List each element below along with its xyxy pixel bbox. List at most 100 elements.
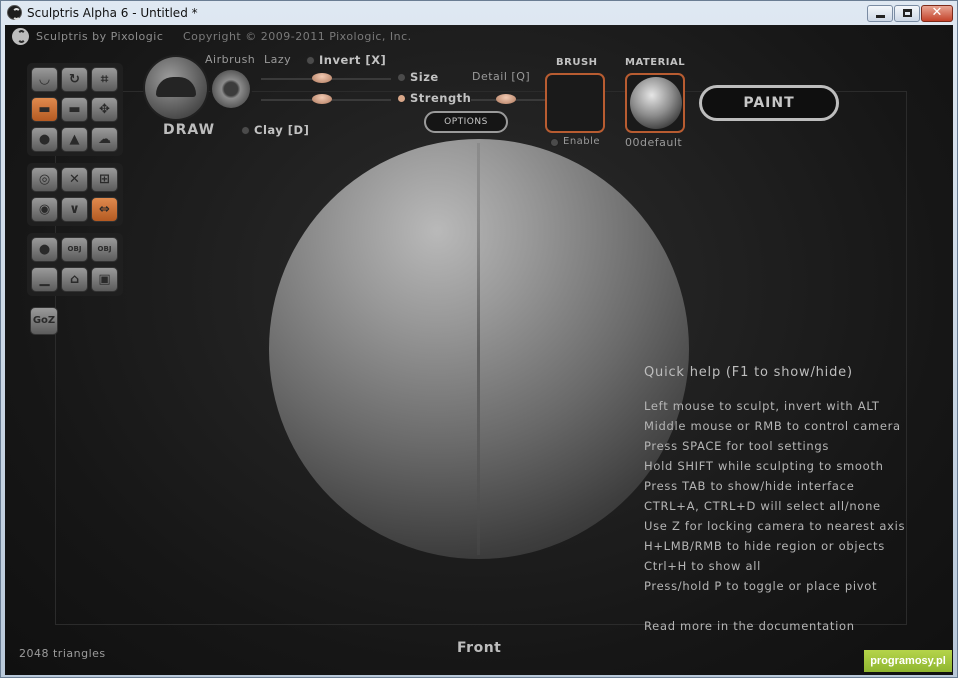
open-icon: ⌂	[69, 272, 80, 287]
strength-label: Strength	[410, 91, 472, 105]
invert-checkbox[interactable]	[307, 57, 314, 64]
quick-help-line: Press TAB to show/hide interface	[644, 479, 855, 493]
app-window: Sculptris Alpha 6 - Untitled * ✕ Sculptr…	[0, 0, 958, 678]
app-header: Sculptris by Pixologic Copyright © 2009-…	[5, 25, 953, 49]
size-checkbox[interactable]	[398, 74, 405, 81]
quick-help-line: Hold SHIFT while sculpting to smooth	[644, 459, 884, 473]
reduce-icon: ◎	[38, 172, 51, 187]
detail-label: Detail [Q]	[472, 70, 531, 83]
quick-help-line: Ctrl+H to show all	[644, 559, 762, 573]
pinch-tool-button[interactable]: ▲	[61, 127, 88, 152]
quick-help-line: Left mouse to sculpt, invert with ALT	[644, 399, 880, 413]
sculptris-app-icon	[7, 5, 22, 20]
quick-help-line: CTRL+A, CTRL+D will select all/none	[644, 499, 881, 513]
documentation-link[interactable]: Read more in the documentation	[644, 619, 944, 633]
brush-alpha-slot[interactable]	[545, 73, 605, 133]
title-bar[interactable]: Sculptris Alpha 6 - Untitled * ✕	[1, 1, 957, 25]
flatten-icon: ▬	[68, 102, 81, 117]
airbrush-label[interactable]: Airbrush	[205, 53, 255, 66]
mask-tool-button[interactable]: ◉	[31, 197, 58, 222]
save-file-button[interactable]: ▣	[91, 267, 118, 292]
close-icon: ✕	[931, 5, 943, 20]
draw-brush-orb[interactable]	[145, 57, 207, 119]
options-button[interactable]: OPTIONS	[424, 111, 508, 133]
draw-label: DRAW	[163, 122, 216, 138]
symmetry-arrows-icon: ⇔	[99, 202, 110, 217]
symmetry-seam	[477, 143, 480, 555]
smooth-tool-button[interactable]: ☁	[91, 127, 118, 152]
reduce-brush-button[interactable]: ◎	[31, 167, 58, 192]
maximize-button[interactable]	[894, 5, 920, 22]
strength-slider-knob[interactable]	[312, 94, 332, 104]
app-name: Sculptris by Pixologic	[36, 30, 164, 43]
scale-tool-button[interactable]: ⌗	[91, 67, 118, 92]
clay-label[interactable]: Clay [D]	[254, 123, 309, 137]
symmetry-toggle-button[interactable]: ⇔	[91, 197, 118, 222]
paint-button[interactable]: PAINT	[699, 85, 839, 121]
mask-icon: ◉	[38, 202, 51, 217]
subdivide-button[interactable]: ∨	[61, 197, 88, 222]
minimize-icon	[876, 15, 885, 18]
brush-title: BRUSH	[556, 57, 598, 68]
camera-view-label: Front	[457, 640, 502, 656]
size-slider-knob[interactable]	[312, 73, 332, 83]
quick-help-line: Press SPACE for tool settings	[644, 439, 830, 453]
move-arrows-icon: ✥	[99, 102, 110, 117]
quick-help-line: Middle mouse or RMB to control camera	[644, 419, 901, 433]
minimize-button[interactable]	[867, 5, 893, 22]
crease-icon: ◡	[39, 72, 50, 87]
quick-help-line: Press/hold P to toggle or place pivot	[644, 579, 878, 593]
strength-checkbox[interactable]	[398, 95, 405, 102]
wireframe-toggle-button[interactable]: ✕	[61, 167, 88, 192]
new-plane-button[interactable]: ▁	[31, 267, 58, 292]
material-name: 00default	[625, 136, 683, 149]
maximize-icon	[903, 9, 912, 17]
crease-tool-button[interactable]: ◡	[31, 67, 58, 92]
draw-tool-button[interactable]: ▬	[31, 97, 58, 122]
import-obj-button[interactable]: OBJ	[61, 237, 88, 262]
grid-toggle-button[interactable]: ⊞	[91, 167, 118, 192]
grid-icon: ⊞	[99, 172, 110, 187]
copyright-text: Copyright © 2009-2011 Pixologic, Inc.	[183, 30, 412, 43]
import-obj-icon: OBJ	[67, 245, 82, 253]
material-preview-sphere	[630, 77, 682, 129]
clay-checkbox[interactable]	[242, 127, 249, 134]
goz-button[interactable]: GoZ	[30, 307, 58, 335]
triangle-count: 2048 triangles	[19, 647, 106, 660]
invert-label[interactable]: Invert [X]	[319, 53, 386, 67]
plane-icon: ▁	[39, 272, 50, 287]
open-file-button[interactable]: ⌂	[61, 267, 88, 292]
sculptris-logo-icon	[12, 28, 29, 45]
window-title: Sculptris Alpha 6 - Untitled *	[27, 6, 198, 20]
subdivide-icon: ∨	[69, 202, 80, 217]
lazy-label[interactable]: Lazy	[264, 53, 291, 66]
brush-enable-label[interactable]: Enable	[563, 136, 600, 147]
grab-tool-button[interactable]: ✥	[91, 97, 118, 122]
wireframe-icon: ✕	[69, 172, 80, 187]
close-button[interactable]: ✕	[921, 5, 953, 22]
smooth-icon: ☁	[98, 132, 111, 147]
pinch-icon: ▲	[69, 132, 80, 147]
brush-enable-checkbox[interactable]	[551, 139, 558, 146]
material-title: MATERIAL	[625, 57, 686, 68]
sculptris-canvas[interactable]: Sculptris by Pixologic Copyright © 2009-…	[5, 25, 953, 675]
inflate-icon: ●	[38, 132, 51, 147]
new-sphere-button[interactable]: ●	[31, 237, 58, 262]
save-icon: ▣	[98, 272, 111, 287]
quick-help-panel: Quick help (F1 to show/hide) Left mouse …	[644, 365, 944, 633]
quick-help-line: Use Z for locking camera to nearest axis	[644, 519, 906, 533]
detail-slider-knob[interactable]	[496, 94, 516, 104]
quick-help-line: H+LMB/RMB to hide region or objects	[644, 539, 885, 553]
airbrush-orb[interactable]	[212, 70, 250, 108]
inflate-tool-button[interactable]: ●	[31, 127, 58, 152]
rotate-icon: ↻	[69, 72, 80, 87]
crop-icon: ⌗	[100, 72, 109, 87]
export-obj-button[interactable]: OBJ	[91, 237, 118, 262]
material-slot[interactable]	[625, 73, 685, 133]
export-obj-icon: OBJ	[97, 245, 112, 253]
sphere-icon: ●	[38, 242, 51, 257]
flatten-tool-button[interactable]: ▬	[61, 97, 88, 122]
size-label: Size	[410, 70, 439, 84]
rotate-tool-button[interactable]: ↻	[61, 67, 88, 92]
draw-brush-icon: ▬	[38, 102, 51, 117]
